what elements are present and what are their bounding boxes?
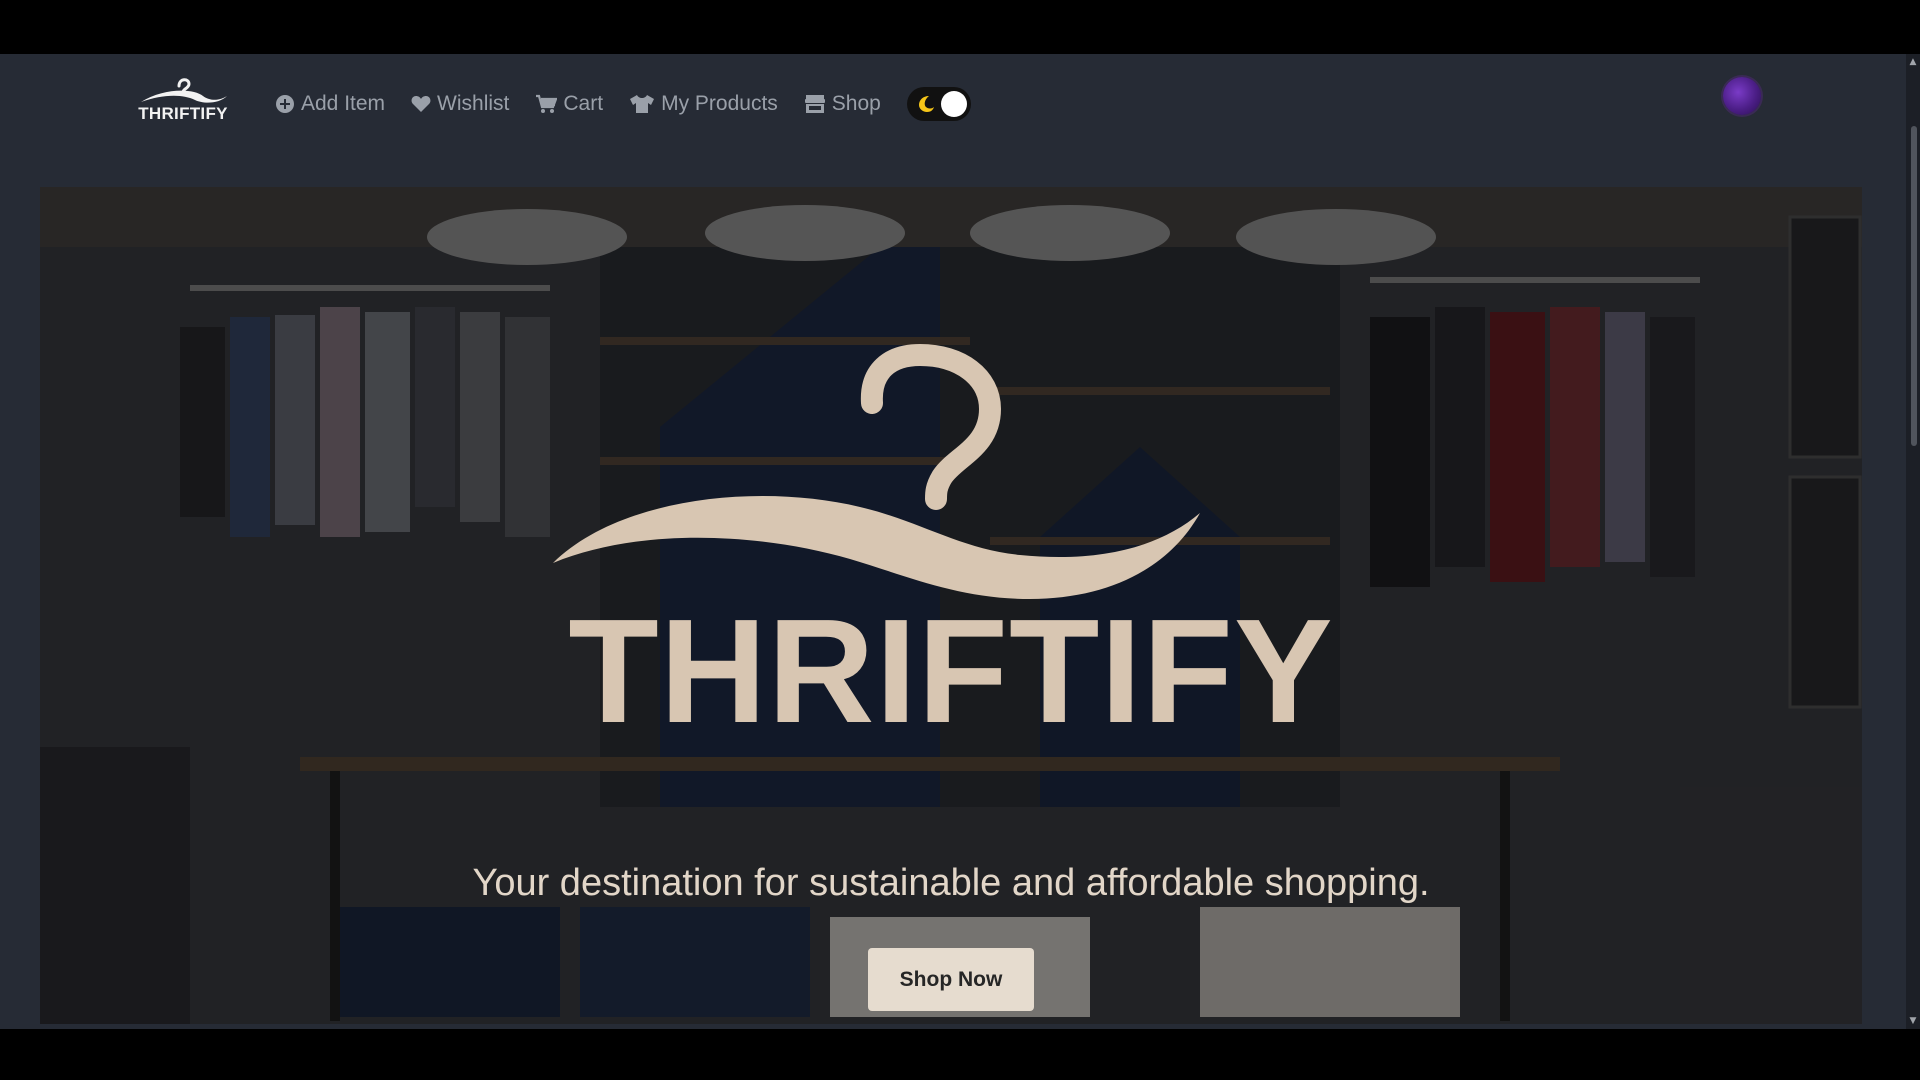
theme-toggle[interactable] bbox=[906, 87, 971, 121]
nav-item-label: Shop bbox=[831, 92, 881, 115]
store-icon bbox=[804, 95, 825, 113]
hanger-icon bbox=[141, 78, 227, 103]
nav-item-label: Wishlist bbox=[437, 92, 510, 115]
nav-item-cart[interactable]: Cart bbox=[535, 92, 603, 116]
hero-banner: THRIFTIFY Your destination for sustainab… bbox=[40, 187, 1862, 1024]
plus-circle-icon bbox=[276, 95, 294, 113]
browser-viewport: THRIFTIFY Add Item Wishlist Cart My Prod… bbox=[0, 54, 1920, 1029]
nav-item-my-products[interactable]: My Products bbox=[629, 92, 778, 116]
scroll-up-icon[interactable]: ▲ bbox=[1908, 57, 1918, 67]
shirt-icon bbox=[630, 95, 655, 113]
nav-item-add-item[interactable]: Add Item bbox=[275, 92, 385, 116]
nav-item-label: Cart bbox=[563, 92, 604, 115]
navbar: THRIFTIFY Add Item Wishlist Cart My Prod… bbox=[0, 54, 1906, 149]
scroll-down-icon[interactable]: ▼ bbox=[1908, 1016, 1918, 1026]
nav-item-label: Add Item bbox=[301, 92, 386, 115]
hero-tagline: Your destination for sustainable and aff… bbox=[472, 862, 1430, 904]
hero-logo-text: THRIFTIFY bbox=[568, 589, 1334, 754]
brand-logo[interactable]: THRIFTIFY bbox=[133, 74, 233, 134]
shop-now-button[interactable]: Shop Now bbox=[868, 948, 1034, 1011]
scrollbar[interactable] bbox=[1906, 54, 1920, 1029]
moon-icon bbox=[918, 96, 934, 112]
nav-item-shop[interactable]: Shop bbox=[804, 92, 881, 116]
heart-icon bbox=[411, 96, 431, 112]
brand-name: THRIFTIFY bbox=[138, 104, 228, 123]
nav-item-wishlist[interactable]: Wishlist bbox=[411, 92, 509, 116]
cart-icon bbox=[536, 94, 558, 113]
nav-menu: Add Item Wishlist Cart My Products Shop bbox=[275, 84, 971, 124]
avatar[interactable] bbox=[1723, 77, 1761, 115]
toggle-knob bbox=[940, 91, 967, 117]
scrollbar-thumb[interactable] bbox=[1911, 126, 1917, 446]
nav-item-label: My Products bbox=[661, 92, 778, 115]
